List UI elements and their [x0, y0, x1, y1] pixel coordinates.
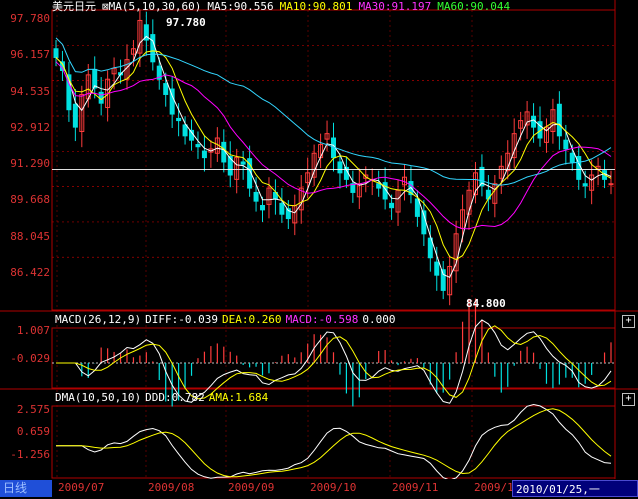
macd-dea-value: DEA:0.260: [221, 313, 282, 326]
candle-body: [376, 183, 382, 189]
candle-body: [201, 150, 207, 159]
dma-tick: -1.256: [10, 448, 50, 461]
macd-tick: 1.007: [16, 324, 50, 337]
macd-value: MACD:-0.598: [285, 313, 359, 326]
candle-body: [195, 144, 201, 148]
macd-label: MACD(26,12,9): [55, 313, 142, 326]
ma60-value: MA60:90.044: [437, 0, 511, 13]
price-tick: 92.912: [10, 121, 50, 134]
cursor-date-display: 2010/01/25,一: [512, 480, 638, 497]
candle-body: [608, 183, 614, 186]
macd-tick: -0.029: [10, 352, 50, 365]
date-label: 2009/07: [58, 481, 105, 494]
macd-header: MACD(26,12,9) DIFF:-0.039 DEA:0.260 MACD:-0…: [55, 313, 402, 327]
dma-header: DMA(10,50,10) DDD:0.782 AMA:1.684: [55, 391, 274, 405]
candle-body: [582, 183, 588, 187]
period-tab-daily[interactable]: 日线: [0, 480, 52, 497]
high-annotation: 97.780: [166, 16, 206, 29]
candle-body: [485, 189, 491, 200]
ma5-value: MA5:90.556: [207, 0, 274, 13]
dma-ama-line: [56, 408, 612, 478]
low-annotation: 84.800: [466, 297, 506, 310]
date-label: 2009/08: [148, 481, 195, 494]
candle-body: [53, 48, 59, 58]
price-tick: 97.780: [10, 12, 50, 25]
price-tick: 86.422: [10, 266, 50, 279]
candle-body: [182, 124, 188, 137]
candle-body: [337, 161, 343, 174]
candle-body: [176, 117, 182, 122]
candle-body: [279, 202, 285, 215]
candle-body: [150, 34, 156, 63]
candle-body: [440, 269, 446, 291]
candle-body: [569, 152, 575, 163]
price-tick: 91.290: [10, 157, 50, 170]
macd-extra-value: 0.000: [362, 313, 396, 326]
candle-body: [389, 202, 395, 209]
instrument-title: 美元日元: [52, 0, 96, 13]
main-header: 美元日元 ⊠MA(5,10,30,60) MA5:90.556 MA10:90.801…: [52, 0, 516, 14]
candle-body: [556, 103, 562, 137]
chart-canvas[interactable]: [0, 0, 638, 479]
date-label: 2009/10: [310, 481, 357, 494]
candle-body: [163, 83, 169, 95]
date-label: 2009/11: [392, 481, 439, 494]
stock-chart-window: 美元日元 ⊠MA(5,10,30,60) MA5:90.556 MA10:90.801…: [0, 0, 638, 499]
dma-ama-value: AMA:1.684: [208, 391, 269, 404]
candle-body: [563, 139, 569, 150]
macd-diff-value: DIFF:-0.039: [145, 313, 218, 326]
candle-body: [240, 161, 246, 165]
ma-label: MA(5,10,30,60): [108, 0, 202, 13]
ma-indicator-icon[interactable]: ⊠: [102, 0, 109, 13]
dma-ddd-line: [56, 403, 612, 479]
candle-body: [260, 205, 266, 211]
price-tick: 96.157: [10, 48, 50, 61]
price-tick: 89.668: [10, 193, 50, 206]
candle-body: [92, 68, 98, 89]
candle-body: [98, 91, 104, 104]
date-label: 2009/09: [228, 481, 275, 494]
dma-ddd-value: DDD:0.782: [145, 391, 205, 404]
ma30-value: MA30:91.197: [358, 0, 432, 13]
candle-body: [253, 191, 259, 202]
ma10-value: MA10:90.801: [279, 0, 353, 13]
price-tick: 88.045: [10, 230, 50, 243]
dma-expand-button[interactable]: +: [622, 393, 635, 406]
dma-tick: 0.659: [16, 425, 50, 438]
dma-tick: 2.575: [16, 403, 50, 416]
price-tick: 94.535: [10, 85, 50, 98]
candle-body: [72, 103, 78, 128]
candle-body: [434, 261, 440, 276]
macd-expand-button[interactable]: +: [622, 315, 635, 328]
dma-label: DMA(10,50,10): [55, 391, 142, 404]
